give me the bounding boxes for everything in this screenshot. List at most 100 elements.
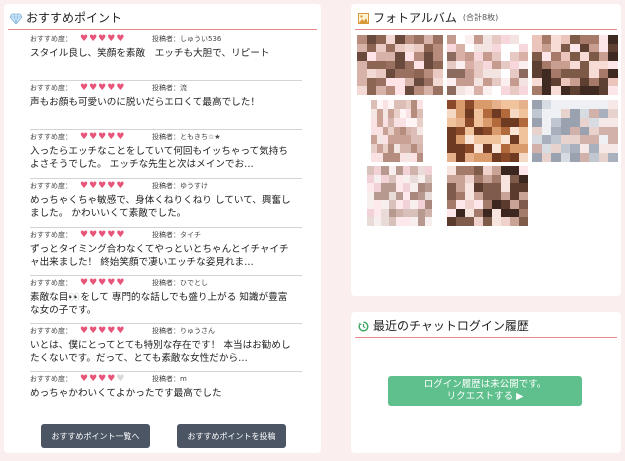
- review-meta: おすすめ度： ♥ ♥ ♥ ♥ ♥ 投稿者：流: [30, 83, 302, 94]
- review-divider: [30, 80, 302, 81]
- review-divider: [30, 323, 302, 324]
- review-meta: おすすめ度： ♥ ♥ ♥ ♥ ♥ 投稿者：りゅうさん: [30, 326, 302, 337]
- title-divider: [355, 337, 617, 338]
- review-item: おすすめ度： ♥ ♥ ♥ ♥ ♥ 投稿者：m めっちゃかわいくてよかったです最高でした: [30, 374, 302, 400]
- recommend-level-label: おすすめ度：: [30, 279, 72, 287]
- poster-name: 投稿者：流: [152, 84, 187, 92]
- heart-icon: ♥: [98, 278, 107, 288]
- review-text: めっちゃかわいくてよかったです最高でした: [30, 388, 222, 399]
- heart-icon: ♥: [107, 34, 116, 44]
- recommend-title-text: おすすめポイント: [26, 11, 123, 25]
- heart-icon: ♥: [116, 181, 125, 191]
- heart-icon: ♥: [80, 181, 89, 191]
- recommend-level-label: おすすめ度：: [30, 133, 72, 141]
- heart-icon: ♥: [98, 374, 107, 384]
- heart-icon: ♥: [98, 181, 107, 191]
- poster-name: 投稿者：しゅうい536: [152, 35, 222, 43]
- heart-icon: ♥: [80, 374, 89, 384]
- rating-hearts: ♥ ♥ ♥ ♥ ♥: [80, 231, 152, 240]
- heart-icon: ♥: [98, 132, 107, 142]
- image-icon: [357, 12, 369, 24]
- heart-icon: ♥: [107, 230, 116, 240]
- chat-title: 最近のチャットログイン履歴: [357, 318, 529, 334]
- heart-icon: ♥: [107, 83, 116, 93]
- heart-icon: ♥: [107, 278, 116, 288]
- review-meta: おすすめ度： ♥ ♥ ♥ ♥ ♥ 投稿者：しゅうい536: [30, 34, 302, 45]
- heart-icon: ♥: [89, 83, 98, 93]
- recommend-level-label: おすすめ度：: [30, 375, 72, 383]
- heart-icon: ♥: [98, 326, 107, 336]
- review-item: おすすめ度： ♥ ♥ ♥ ♥ ♥ 投稿者：ひでとし 素敵な目👀をして 専門的な話しでも盛り上が…: [30, 278, 302, 317]
- review-text: 声もお顔も可愛いのに脱いだらエロくて最高でした！: [30, 97, 260, 108]
- heart-icon: ♥: [98, 83, 107, 93]
- recommend-list-button[interactable]: おすすめポイント一覧へ: [41, 424, 150, 448]
- review-text: スタイル良し、笑顔を素敵 エッチも大胆で、リピート: [30, 48, 270, 59]
- heart-icon: ♥: [107, 326, 116, 336]
- album-photo[interactable]: [371, 100, 423, 162]
- chat-history-card: 最近のチャットログイン履歴 ログイン履歴は未公開です。 リクエストする ▶: [351, 312, 621, 453]
- album-photo[interactable]: [532, 35, 618, 95]
- album-photo[interactable]: [447, 35, 528, 95]
- poster-name: 投稿者：りゅうさん: [152, 327, 215, 335]
- review-item: おすすめ度： ♥ ♥ ♥ ♥ ♥ 投稿者：タイチ ずっとタイミング合わなくてやっといとちゃんと…: [30, 230, 302, 269]
- heart-icon: ♥: [89, 34, 98, 44]
- heart-icon: ♥: [89, 278, 98, 288]
- heart-icon: ♥: [116, 374, 125, 384]
- poster-name: 投稿者：m: [152, 375, 187, 383]
- album-photo[interactable]: [367, 166, 432, 226]
- review-item: おすすめ度： ♥ ♥ ♥ ♥ ♥ 投稿者：ともきち☆★ 入ったらエッチなことをしていて何回もイ…: [30, 132, 302, 171]
- rating-hearts: ♥ ♥ ♥ ♥ ♥: [80, 327, 152, 336]
- heart-icon: ♥: [98, 34, 107, 44]
- heart-icon: ♥: [80, 34, 89, 44]
- request-button-line1: ログイン履歴は未公開です。: [423, 379, 547, 390]
- heart-icon: ♥: [80, 132, 89, 142]
- poster-name: 投稿者：ひでとし: [152, 279, 208, 287]
- heart-icon: ♥: [116, 34, 125, 44]
- recommend-title: おすすめポイント: [10, 10, 122, 26]
- review-meta: おすすめ度： ♥ ♥ ♥ ♥ ♥ 投稿者：ともきち☆★: [30, 132, 302, 143]
- diamond-icon: [10, 12, 22, 24]
- heart-icon: ♥: [116, 83, 125, 93]
- heart-icon: ♥: [89, 181, 98, 191]
- heart-icon: ♥: [116, 326, 125, 336]
- album-photo[interactable]: [447, 166, 528, 226]
- heart-icon: ♥: [89, 230, 98, 240]
- album-photo[interactable]: [447, 100, 528, 162]
- rating-hearts: ♥ ♥ ♥ ♥ ♥: [80, 84, 152, 93]
- review-text: ずっとタイミング合わなくてやっといとちゃんとイチャイチ ャ出来ました！ 終始笑顔…: [30, 244, 289, 268]
- heart-icon: ♥: [89, 374, 98, 384]
- recommend-level-label: おすすめ度：: [30, 35, 72, 43]
- album-title-text: フォトアルバム: [373, 11, 457, 25]
- request-button-line2: リクエストする ▶: [446, 391, 524, 402]
- recommend-level-label: おすすめ度：: [30, 84, 72, 92]
- rating-hearts: ♥ ♥ ♥ ♥ ♥: [80, 182, 152, 191]
- recommend-level-label: おすすめ度：: [30, 182, 72, 190]
- review-divider: [30, 129, 302, 130]
- review-item: おすすめ度： ♥ ♥ ♥ ♥ ♥ 投稿者：りゅうさん いとは、僕にとってとても特別な存在です！…: [30, 326, 302, 365]
- heart-icon: ♥: [80, 278, 89, 288]
- review-item: おすすめ度： ♥ ♥ ♥ ♥ ♥ 投稿者：ゆうすけ めっちゃくちゃ敏感で、身体くねりくねり し…: [30, 181, 302, 220]
- review-text: めっちゃくちゃ敏感で、身体くねりくねり していて、興奮し ました。 かわいいくて…: [30, 195, 291, 219]
- review-meta: おすすめ度： ♥ ♥ ♥ ♥ ♥ 投稿者：ひでとし: [30, 278, 302, 289]
- review-divider: [30, 275, 302, 276]
- album-photo[interactable]: [532, 100, 618, 162]
- heart-icon: ♥: [89, 326, 98, 336]
- post-recommend-button[interactable]: おすすめポイントを投稿: [177, 424, 286, 448]
- heart-icon: ♥: [116, 278, 125, 288]
- photo-album-card: フォトアルバム (合計8枚): [351, 4, 621, 296]
- review-item: おすすめ度： ♥ ♥ ♥ ♥ ♥ 投稿者：しゅうい536 スタイル良し、笑顔を素敵 エッチも大…: [30, 34, 302, 60]
- heart-icon: ♥: [116, 230, 125, 240]
- recommend-level-label: おすすめ度：: [30, 327, 72, 335]
- request-login-history-button[interactable]: ログイン履歴は未公開です。 リクエストする ▶: [388, 376, 582, 406]
- title-divider: [8, 29, 317, 30]
- review-divider: [30, 178, 302, 179]
- rating-hearts: ♥ ♥ ♥ ♥ ♥: [80, 133, 152, 142]
- poster-name: 投稿者：ともきち☆★: [152, 133, 221, 141]
- review-text: 入ったらエッチなことをしていて何回もイッちゃって気持ち よさそうでした。 エッチ…: [30, 146, 288, 170]
- chat-title-text: 最近のチャットログイン履歴: [373, 319, 529, 333]
- review-divider: [30, 371, 302, 372]
- album-photo[interactable]: [357, 35, 443, 95]
- poster-name: 投稿者：タイチ: [152, 231, 201, 239]
- heart-icon: ♥: [80, 326, 89, 336]
- heart-icon: ♥: [89, 132, 98, 142]
